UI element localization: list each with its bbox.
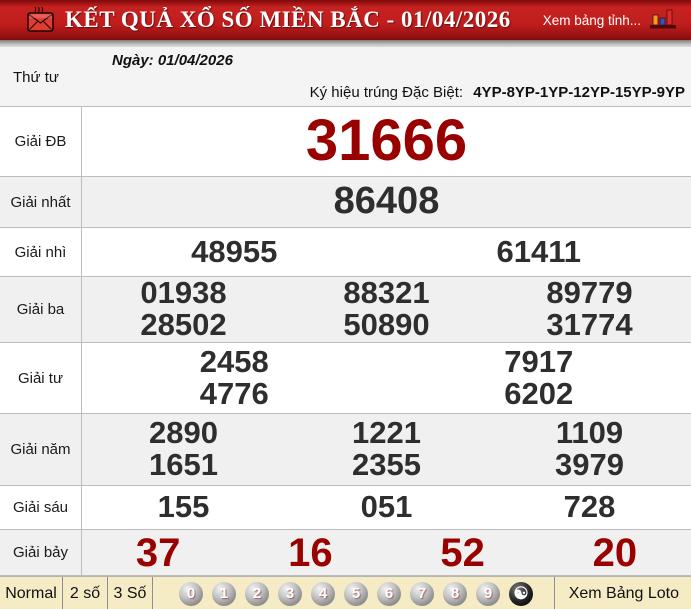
prize-values: 31666: [82, 107, 691, 176]
prize-number: 01938: [140, 275, 227, 311]
special-symbol-line: Ký hiệu trúng Đặc Biệt: 4YP-8YP-1YP-12YP…: [310, 84, 685, 101]
prize-number: 7917: [504, 343, 574, 379]
prize-row: Giải ba 01938 88321 89779 28502 50890 31774: [0, 277, 691, 343]
prize-number: 2355: [352, 447, 421, 483]
prize-values: 2458 7917 4776 6202: [82, 343, 691, 413]
prize-number: 88321: [343, 275, 430, 311]
tab-3-digits-label[interactable]: 3 Số: [114, 585, 147, 603]
prize-number: 31666: [305, 108, 468, 174]
digit-ball-0[interactable]: 0: [179, 581, 203, 606]
prize-number: 1221: [352, 415, 421, 451]
prize-values: 48955 61411: [82, 228, 691, 276]
prize-label: Giải ĐB: [0, 107, 82, 176]
weekday-label: Thứ tư: [13, 69, 59, 86]
page-title: KẾT QUẢ XỔ SỐ MIỀN BẮC - 01/04/2026: [65, 7, 511, 32]
digit-ball-8[interactable]: 8: [443, 581, 467, 606]
prize-number: 1109: [555, 415, 624, 451]
prize-label: Giải ba: [0, 277, 82, 342]
prize-values: 01938 88321 89779 28502 50890 31774: [82, 277, 691, 342]
prize-label: Giải nhì: [0, 228, 82, 276]
digit-ball-row: 0 1 2 3 4 5 6 7 8 9 ☯: [153, 577, 554, 609]
prize-number: 1651: [149, 447, 218, 483]
prize-row: Giải tư 2458 7917 4776 6202: [0, 343, 691, 414]
prize-number: 28502: [140, 307, 227, 343]
digit-ball-2[interactable]: 2: [245, 581, 269, 606]
tab-2-digits[interactable]: 2 số: [63, 577, 108, 609]
prize-number: 31774: [546, 307, 633, 343]
tab-3-digits[interactable]: 3 Số: [108, 577, 153, 609]
lottery-results-page: KẾT QUẢ XỔ SỐ MIỀN BẮC - 01/04/2026 Xem …: [0, 0, 691, 609]
prize-number: 20: [592, 530, 638, 575]
prize-label: Giải sáu: [0, 486, 82, 529]
prize-number: 728: [563, 489, 616, 525]
loto-table-link-label[interactable]: Xem Bảng Loto: [569, 585, 679, 603]
digit-ball-6[interactable]: 6: [377, 581, 401, 606]
prize-label: Giải năm: [0, 414, 82, 485]
prize-label: Giải nhất: [0, 177, 82, 227]
prize-row: Giải bảy 37 16 52 20: [0, 530, 691, 576]
province-table-link-label[interactable]: Xem bảng tỉnh...: [543, 13, 641, 28]
prize-number: 2890: [149, 415, 218, 451]
prize-number: 051: [360, 489, 413, 525]
prize-values: 37 16 52 20: [82, 530, 691, 575]
prize-number: 3979: [555, 447, 624, 483]
prize-number: 2458: [199, 343, 269, 379]
digit-ball-5[interactable]: 5: [344, 581, 368, 606]
prize-number: 4776: [199, 375, 269, 411]
prize-number: 61411: [496, 233, 582, 269]
header-bar: KẾT QUẢ XỔ SỐ MIỀN BẮC - 01/04/2026 Xem …: [0, 0, 691, 40]
prize-row: Giải năm 2890 1221 1109 1651 2355 3979: [0, 414, 691, 486]
bar-chart-icon[interactable]: [649, 6, 677, 35]
prize-label: Giải tư: [0, 343, 82, 413]
prize-row: Giải nhì 48955 61411: [0, 228, 691, 277]
draw-info-section: Thứ tư Ngày: 01/04/2026 Ký hiệu trúng Đặ…: [0, 47, 691, 106]
prize-row: Giải nhất 86408: [0, 177, 691, 228]
prize-number: 52: [440, 530, 485, 575]
prize-number: 37: [135, 530, 181, 575]
digit-ball-1[interactable]: 1: [212, 581, 236, 606]
special-symbol-value: 4YP-8YP-1YP-12YP-15YP-9YP: [473, 84, 685, 101]
draw-date: Ngày: 01/04/2026: [112, 52, 233, 69]
tab-normal-label[interactable]: Normal: [5, 585, 57, 603]
yin-yang-ball-icon[interactable]: ☯: [509, 581, 533, 606]
prize-label: Giải bảy: [0, 530, 82, 575]
tab-normal[interactable]: Normal: [0, 577, 63, 609]
header-divider-strip: [0, 40, 691, 47]
prize-number: 155: [157, 489, 210, 525]
prize-number: 48955: [191, 233, 278, 269]
digit-ball-7[interactable]: 7: [410, 581, 434, 606]
tab-2-digits-label[interactable]: 2 số: [70, 585, 100, 603]
footer-bar: Normal 2 số 3 Số 0 1 2 3 4 5 6 7 8 9 ☯ Xem Bảng Lo…: [0, 576, 691, 609]
province-table-link[interactable]: Xem bảng tỉnh...: [543, 0, 677, 40]
prize-number: 86408: [333, 180, 440, 223]
loto-table-link[interactable]: Xem Bảng Loto: [553, 577, 691, 609]
prize-number: 50890: [343, 307, 430, 343]
special-symbol-label: Ký hiệu trúng Đặc Biệt:: [309, 84, 464, 101]
prize-values: 2890 1221 1109 1651 2355 3979: [82, 414, 691, 485]
prize-number: 6202: [504, 375, 574, 411]
prize-number: 89779: [546, 275, 633, 311]
digit-ball-3[interactable]: 3: [278, 581, 302, 606]
digit-ball-4[interactable]: 4: [311, 581, 335, 606]
prize-values: 155 051 728: [82, 486, 691, 529]
prize-row: Giải sáu 155 051 728: [0, 486, 691, 530]
prize-values: 86408: [82, 177, 691, 227]
prize-number: 16: [288, 530, 333, 575]
results-table: Giải ĐB 31666 Giải nhất 86408 Giải nhì 48955 6…: [0, 106, 691, 576]
prize-row: Giải ĐB 31666: [0, 107, 691, 177]
envelope-icon: [27, 7, 55, 33]
digit-ball-9[interactable]: 9: [476, 581, 500, 606]
